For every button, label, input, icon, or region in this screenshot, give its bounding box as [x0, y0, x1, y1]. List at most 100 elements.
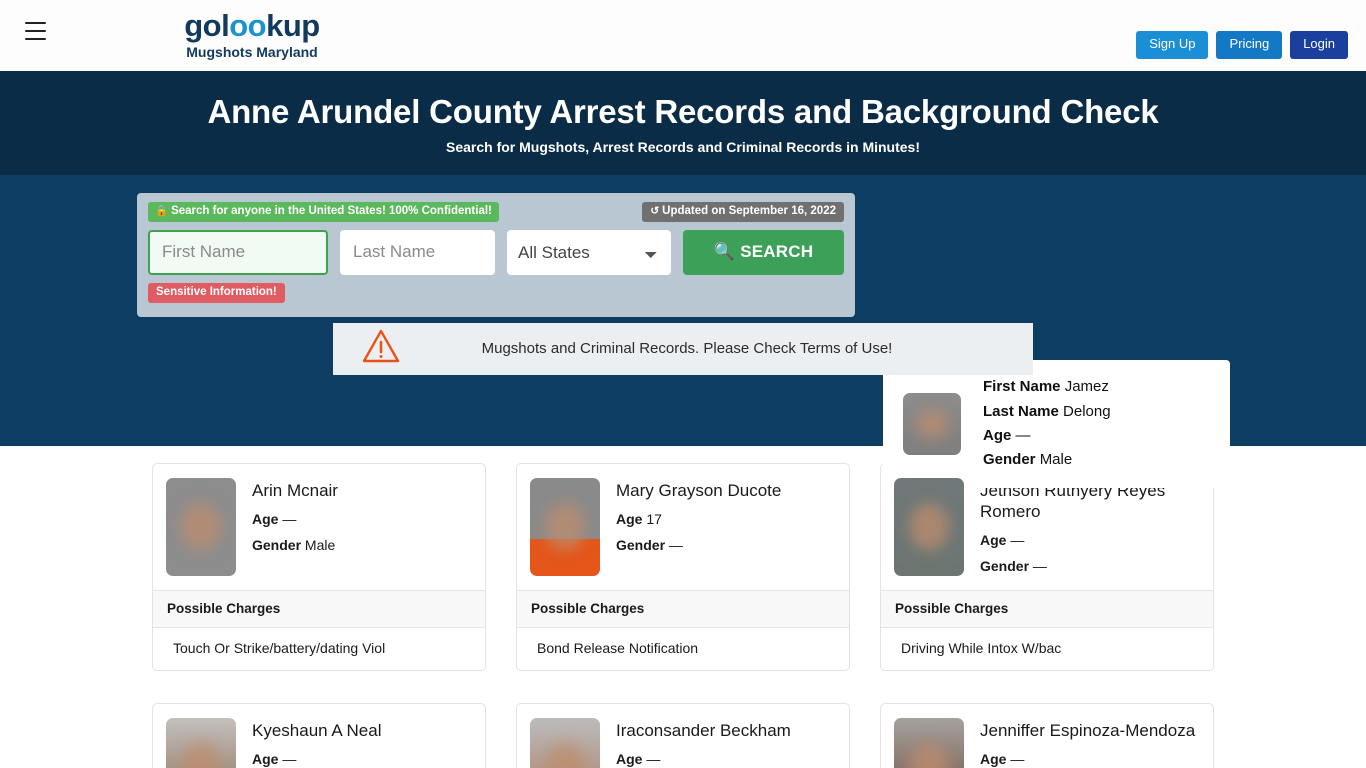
logo-subtitle: Mugshots Maryland [186, 43, 318, 60]
results-section: Arin Mcnair Age — Gender Male Possible C… [0, 445, 1366, 768]
person-gender: Gender — [616, 537, 781, 553]
person-name: Arin Mcnair [252, 480, 338, 500]
featured-field-gender: Gender Male [983, 448, 1111, 472]
field-value: Jamez [1064, 378, 1109, 396]
pricing-button[interactable]: Pricing [1216, 31, 1283, 59]
result-card[interactable]: Iraconsander Beckham Age — [516, 702, 850, 768]
logo-wordmark: golookup [137, 8, 367, 43]
possible-charges-header: Possible Charges [881, 589, 1213, 628]
confidential-badge-label: Search for anyone in the United States! … [171, 204, 492, 217]
refresh-icon: ↺ [650, 204, 660, 217]
field-label: First Name [983, 378, 1061, 396]
field-label: Last Name [983, 402, 1059, 420]
result-card[interactable]: Arin Mcnair Age — Gender Male Possible C… [152, 462, 486, 671]
age-value: — [646, 751, 661, 768]
result-card[interactable]: Mary Grayson Ducote Age 17 Gender — Poss… [516, 462, 850, 671]
result-card-info: Iraconsander Beckham Age — [616, 718, 791, 768]
search-button-label: SEARCH [740, 242, 814, 262]
result-card[interactable]: Kyeshaun A Neal Age — [152, 702, 486, 768]
search-icon: 🔍 [713, 242, 736, 262]
mugshot-image [530, 477, 600, 576]
age-value: — [1010, 532, 1025, 549]
gender-value: — [668, 537, 683, 554]
age-label: Age [980, 751, 1007, 768]
featured-field-age: Age — [983, 424, 1111, 448]
result-card-info: Mary Grayson Ducote Age 17 Gender — [616, 478, 781, 576]
age-label: Age [616, 511, 643, 528]
updated-badge: ↺ Updated on September 16, 2022 [642, 201, 844, 222]
lock-icon: 🔒 [155, 204, 169, 217]
search-button[interactable]: 🔍 SEARCH [683, 229, 844, 275]
person-age: Age — [252, 751, 381, 767]
featured-field-last-name: Last Name Delong [983, 400, 1111, 424]
field-label: Gender [983, 451, 1036, 469]
featured-profile-card[interactable]: First Name Jamez Last Name Delong Age — … [883, 359, 1230, 488]
result-card-body: Arin Mcnair Age — Gender Male [153, 464, 485, 590]
featured-field-first-name: First Name Jamez [983, 375, 1111, 399]
person-name: Kyeshaun A Neal [252, 720, 382, 740]
site-logo[interactable]: golookup Mugshots Maryland [137, 8, 367, 60]
last-name-input[interactable] [340, 229, 495, 275]
page-subtitle: Search for Mugshots, Arrest Records and … [445, 138, 921, 155]
age-label: Age [616, 751, 643, 768]
result-card-body: Mary Grayson Ducote Age 17 Gender — [517, 464, 849, 590]
result-card-info: Jethson Ruthyery Reyes Romero Age — Gend… [980, 478, 1199, 576]
person-age: Age — [980, 751, 1195, 767]
hamburger-bar [25, 38, 46, 40]
terms-warning-text: Mugshots and Criminal Records. Please Ch… [481, 340, 893, 358]
avatar [903, 392, 961, 455]
gender-label: Gender [616, 537, 666, 554]
search-panel-badges: 🔒 Search for anyone in the United States!… [148, 201, 844, 222]
result-card-info: Jenniffer Espinoza-Mendoza Age — [980, 718, 1195, 768]
gender-label: Gender [980, 558, 1030, 575]
result-card-body: Jenniffer Espinoza-Mendoza Age — [881, 704, 1213, 768]
updated-badge-label: Updated on September 16, 2022 [662, 204, 836, 217]
logo-text-last: kup [266, 8, 320, 43]
field-value: — [1015, 426, 1031, 444]
alert-triangle-icon [361, 328, 401, 369]
login-button[interactable]: Login [1290, 31, 1348, 59]
person-age: Age 17 [616, 511, 781, 527]
state-select[interactable]: All States [507, 229, 672, 275]
nav-action-buttons: Sign Up Pricing Login [1136, 31, 1348, 59]
age-label: Age [980, 532, 1007, 549]
gender-label: Gender [252, 537, 302, 554]
person-gender: Gender — [980, 558, 1199, 574]
hamburger-bar [25, 22, 46, 24]
result-card[interactable]: Jenniffer Espinoza-Mendoza Age — [880, 702, 1214, 768]
terms-warning-banner: Mugshots and Criminal Records. Please Ch… [333, 322, 1033, 375]
mugshot-image [166, 477, 236, 576]
featured-profile-fields: First Name Jamez Last Name Delong Age — … [983, 375, 1111, 472]
age-label: Age [252, 751, 279, 768]
gender-value: Male [304, 537, 336, 554]
hero-section: Anne Arundel County Arrest Records and B… [0, 71, 1366, 175]
page-title: Anne Arundel County Arrest Records and B… [207, 93, 1159, 130]
person-age: Age — [616, 751, 791, 767]
person-age: Age — [252, 511, 338, 527]
hamburger-menu-icon[interactable] [25, 22, 46, 40]
field-value: Delong [1063, 402, 1111, 420]
charge-item: Driving While Intox W/bac [901, 639, 1062, 656]
age-value: 17 [646, 511, 662, 528]
search-form: All States 🔍 SEARCH [148, 229, 844, 275]
sign-up-button[interactable]: Sign Up [1136, 31, 1209, 59]
charge-item: Bond Release Notification [537, 639, 699, 656]
possible-charges-header: Possible Charges [517, 589, 849, 628]
first-name-input[interactable] [148, 229, 328, 275]
mugshot-image [530, 717, 600, 768]
result-card-info: Arin Mcnair Age — Gender Male [252, 478, 338, 576]
age-value: — [1010, 751, 1025, 768]
person-name: Iraconsander Beckham [616, 720, 791, 740]
age-value: — [282, 751, 297, 768]
gender-value: — [1032, 558, 1047, 575]
result-card-info: Kyeshaun A Neal Age — [252, 718, 381, 768]
person-age: Age — [980, 532, 1199, 548]
charge-item: Touch Or Strike/battery/dating Viol [173, 639, 386, 656]
person-gender: Gender Male [252, 537, 338, 553]
person-name: Jenniffer Espinoza-Mendoza [980, 720, 1196, 740]
age-value: — [282, 511, 297, 528]
results-grid: Arin Mcnair Age — Gender Male Possible C… [152, 462, 1214, 768]
field-value: Male [1039, 451, 1073, 469]
hamburger-bar [25, 30, 46, 32]
result-card[interactable]: Jethson Ruthyery Reyes Romero Age — Gend… [880, 462, 1214, 671]
